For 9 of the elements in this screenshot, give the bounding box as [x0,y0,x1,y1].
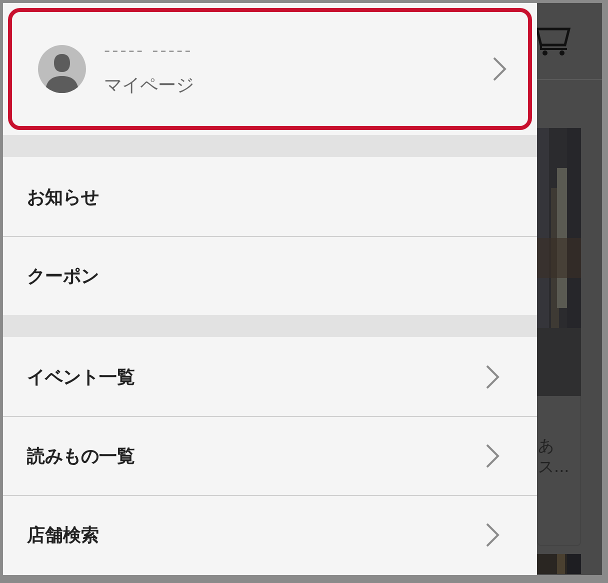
chevron-right-icon [492,56,508,82]
chevron-right-icon [485,522,501,548]
avatar-icon [38,45,86,93]
chevron-right-icon [485,364,501,390]
chevron-right-icon [485,443,501,469]
user-name: ----- ----- [104,41,194,61]
cart-icon[interactable] [537,25,571,57]
mypage-label: マイページ [104,74,195,97]
profile-link[interactable]: ----- ----- マイページ [8,8,532,130]
